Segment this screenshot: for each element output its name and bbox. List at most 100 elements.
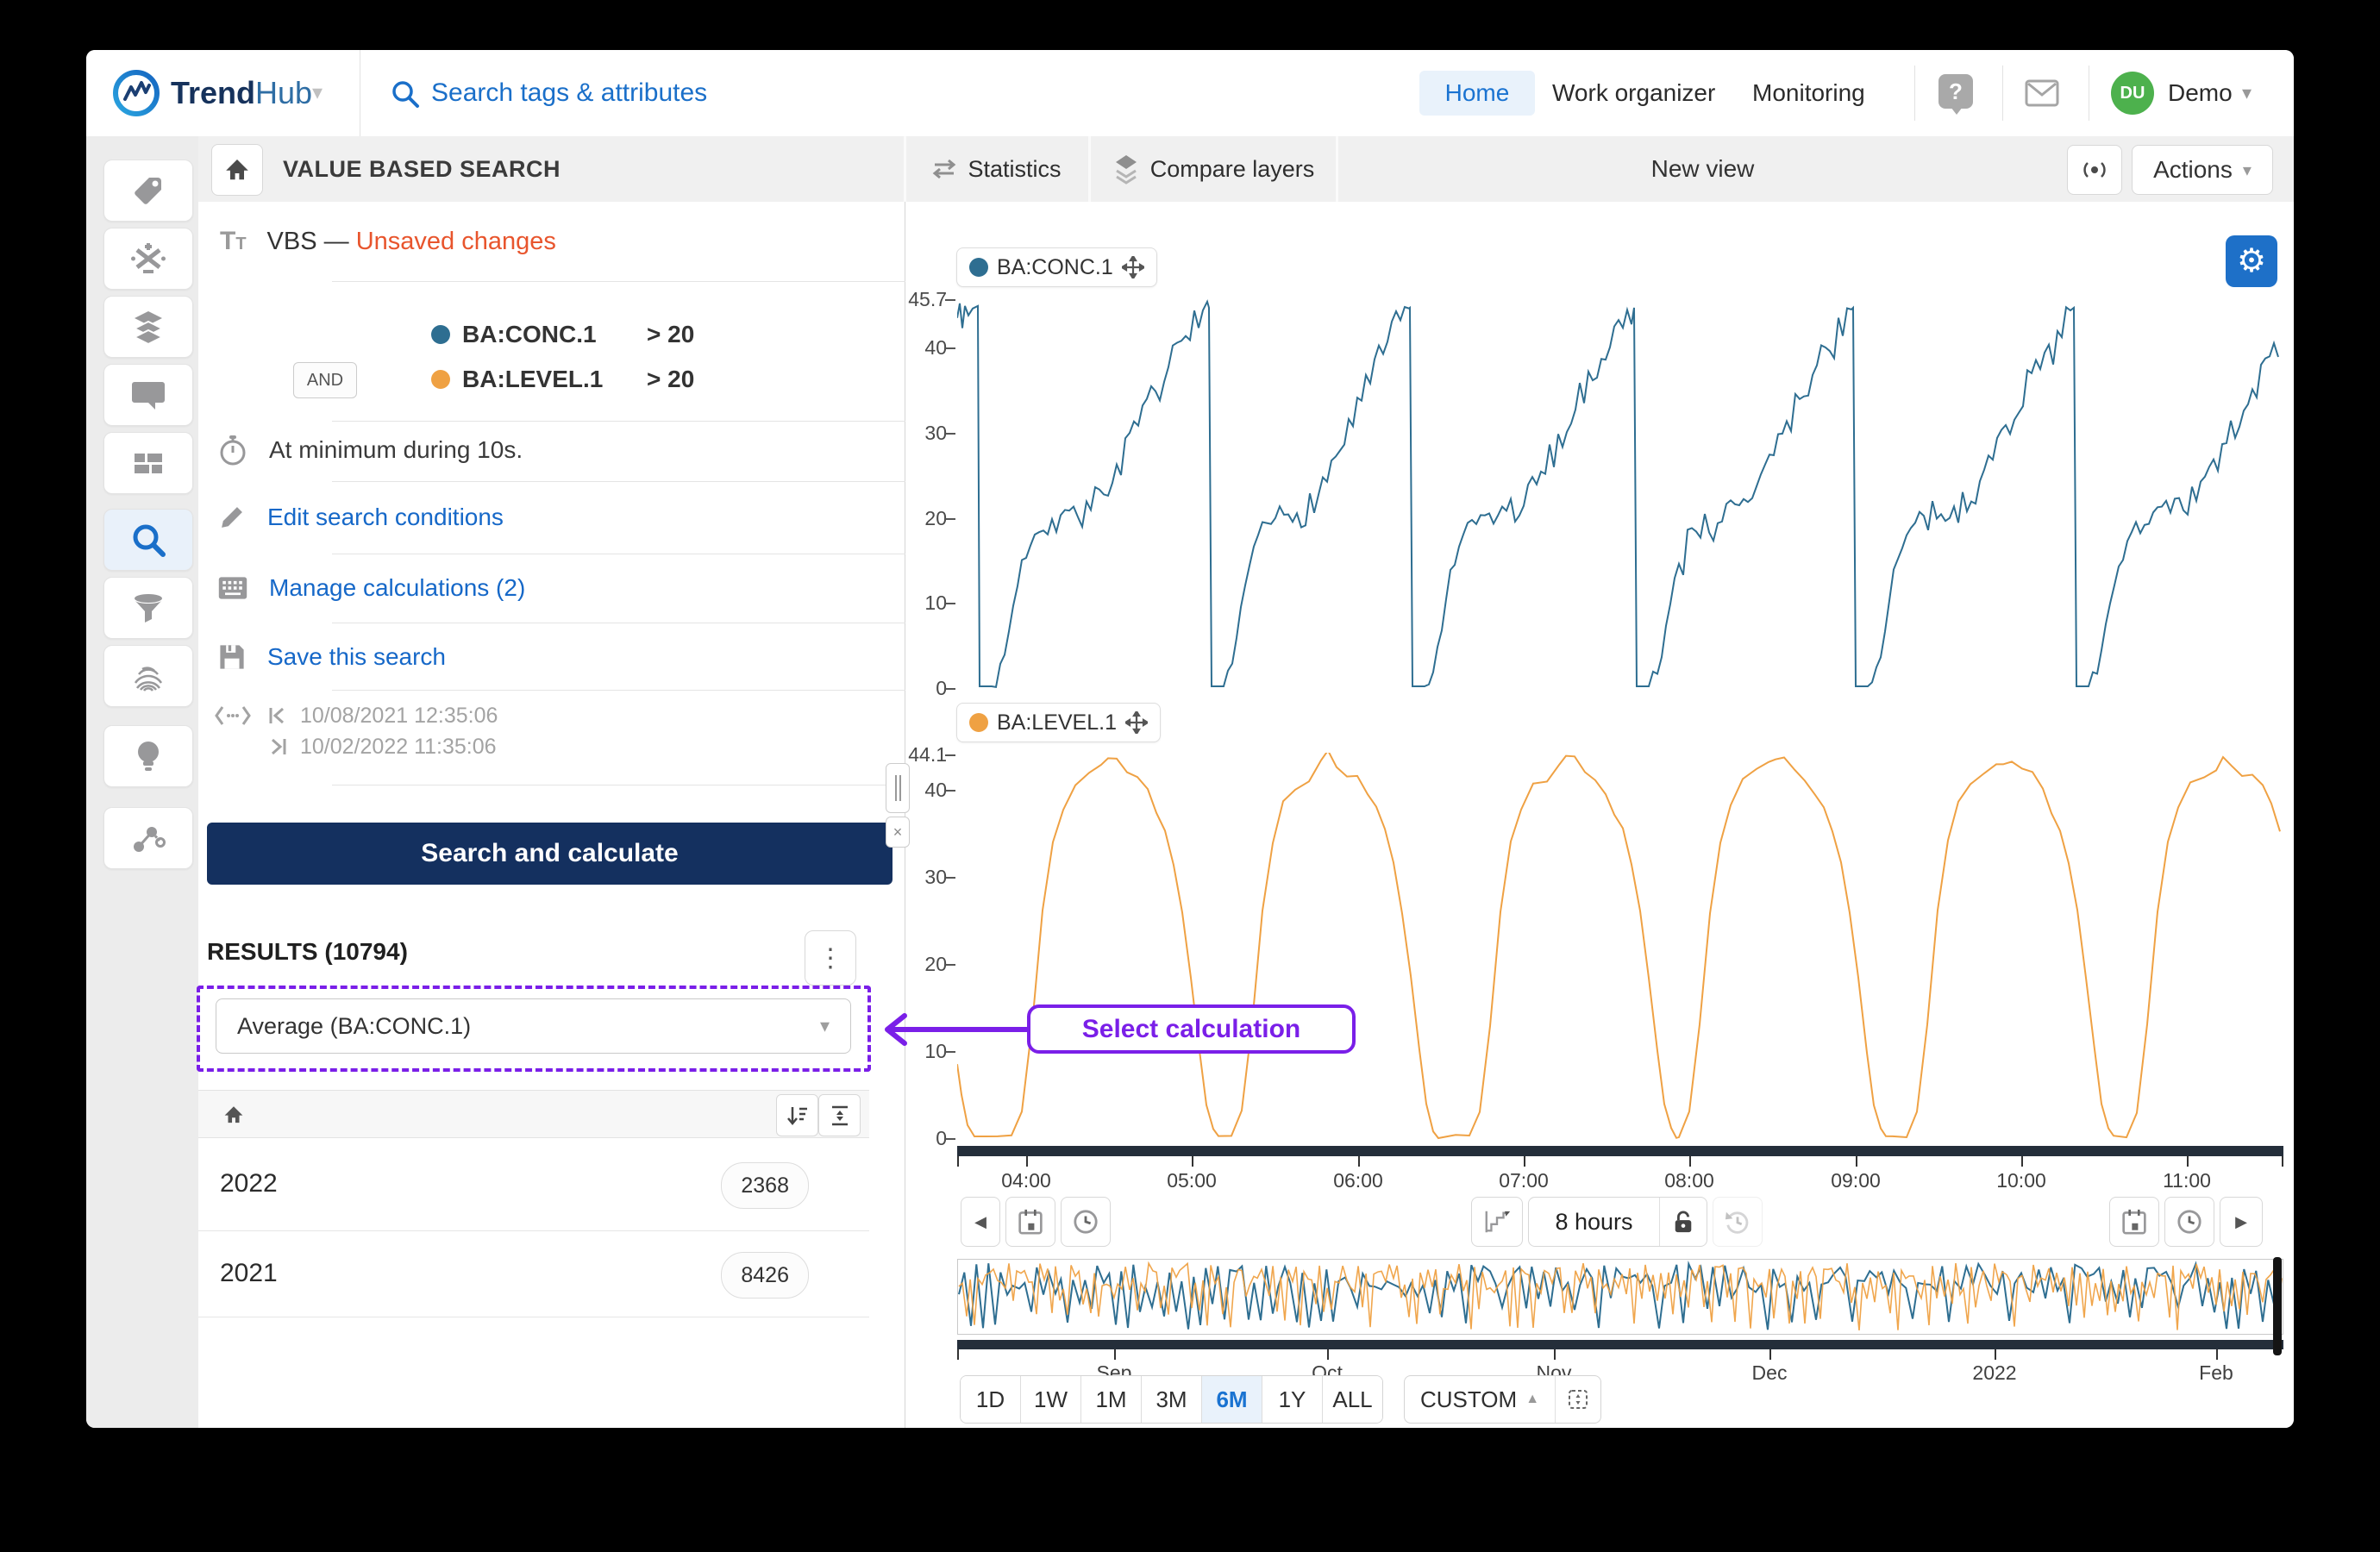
fit-view-icon — [1567, 1388, 1589, 1411]
home-button[interactable] — [211, 144, 263, 196]
search-and-calculate-button[interactable]: Search and calculate — [207, 823, 892, 885]
sidebar-item-calculations[interactable] — [103, 228, 193, 290]
tick — [1856, 1156, 1857, 1167]
sidebar-item-context[interactable] — [103, 807, 193, 869]
context-overview[interactable] — [957, 1259, 2283, 1335]
history-button[interactable] — [1713, 1197, 1763, 1247]
clock-start-button[interactable] — [1061, 1197, 1111, 1247]
edit-search-conditions-link[interactable]: Edit search conditions — [217, 498, 504, 536]
tab-statistics[interactable]: Statistics — [906, 136, 1087, 202]
sort-button[interactable] — [776, 1094, 818, 1136]
line-chart-level[interactable] — [957, 753, 2282, 1141]
timespan-icon — [214, 704, 252, 728]
sidebar-item-dashboard[interactable] — [103, 432, 193, 494]
table-row[interactable]: 2021 8426 — [198, 1231, 869, 1317]
home-icon — [223, 156, 251, 184]
range-button-all[interactable]: ALL — [1323, 1376, 1382, 1423]
tick — [2021, 1156, 2023, 1167]
tick — [2187, 1156, 2189, 1167]
tick — [1689, 1156, 1691, 1167]
trendhub-logo-icon[interactable] — [112, 69, 160, 117]
calendar-end-button[interactable] — [2109, 1197, 2159, 1247]
tick — [1995, 1349, 1996, 1360]
x-axis-label: 11:00 — [2163, 1169, 2211, 1192]
lock-icon[interactable] — [1660, 1209, 1707, 1235]
sidebar-item-layers[interactable] — [103, 296, 193, 358]
actions-label: Actions — [2153, 156, 2233, 184]
live-broadcast-button[interactable] — [2067, 145, 2122, 195]
pan-right-button[interactable]: ▶ — [2220, 1197, 2263, 1247]
trend-mode-button[interactable] — [1471, 1197, 1523, 1247]
condition-tag: BA:CONC.1 — [462, 321, 635, 348]
brand-caret-icon[interactable]: ▾ — [312, 50, 323, 136]
sidebar-item-recommendations[interactable] — [103, 725, 193, 787]
range-button-3m[interactable]: 3M — [1142, 1376, 1202, 1423]
sidebar-item-filter[interactable] — [103, 577, 193, 639]
sidebar-item-tags[interactable] — [103, 160, 193, 222]
group-home-icon[interactable] — [222, 1104, 245, 1126]
x-axis-label: 06:00 — [1333, 1169, 1383, 1192]
user-menu[interactable]: Demo — [2168, 50, 2233, 136]
manage-calculations-link[interactable]: Manage calculations (2) — [217, 569, 525, 607]
tick — [945, 518, 955, 520]
calculation-dropdown[interactable]: Average (BA:CONC.1) ▾ — [216, 998, 851, 1054]
nav-item-home[interactable]: Home — [1419, 71, 1535, 116]
overview-selection-handle[interactable] — [2273, 1257, 2282, 1355]
range-button-1m[interactable]: 1M — [1081, 1376, 1142, 1423]
tick — [945, 790, 955, 792]
nav-separator — [1914, 66, 1915, 121]
user-caret-icon[interactable]: ▾ — [2242, 50, 2252, 136]
help-icon[interactable]: ? — [1938, 74, 1973, 109]
pencil-icon — [217, 503, 247, 532]
avatar[interactable]: DU — [2111, 72, 2154, 115]
chart-settings-button[interactable]: ⚙ — [2226, 235, 2277, 287]
range-button-1y[interactable]: 1Y — [1262, 1376, 1323, 1423]
line-chart-conc[interactable] — [957, 297, 2282, 691]
mail-icon[interactable] — [2025, 79, 2059, 107]
results-menu-button[interactable]: ⋮ — [805, 930, 856, 986]
range-button-6m[interactable]: 6M — [1202, 1376, 1262, 1423]
panel-splitter-handle[interactable] — [886, 763, 910, 813]
calendar-icon — [2121, 1208, 2147, 1236]
overview-axis-bar[interactable] — [957, 1340, 2283, 1349]
search-input[interactable]: Search tags & attributes — [431, 50, 1035, 136]
tab-compare-layers[interactable]: Compare layers — [1091, 136, 1336, 202]
calendar-start-button[interactable] — [1005, 1197, 1055, 1247]
nav-item-work-organizer[interactable]: Work organizer — [1552, 50, 1715, 136]
filter-icon — [131, 591, 166, 624]
tick — [1358, 1156, 1360, 1167]
save-search-link[interactable]: Save this search — [217, 638, 446, 676]
pan-left-button[interactable]: ◀ — [961, 1197, 1000, 1247]
condition-row-1[interactable]: BA:CONC.1 > 20 — [431, 317, 694, 352]
condition-row-2[interactable]: BA:LEVEL.1 > 20 — [431, 362, 694, 397]
sidebar-item-comments[interactable] — [103, 364, 193, 426]
range-button-1w[interactable]: 1W — [1021, 1376, 1081, 1423]
panel-close-button[interactable]: × — [886, 817, 910, 848]
tick — [957, 1156, 959, 1167]
date-end-row[interactable]: 10/02/2022 11:35:06 — [267, 733, 497, 760]
range-button-1d[interactable]: 1D — [961, 1376, 1021, 1423]
table-row[interactable]: 2022 2368 — [198, 1138, 869, 1231]
nav-item-monitoring[interactable]: Monitoring — [1752, 50, 1865, 136]
tag-icon — [131, 173, 166, 208]
duration-row[interactable]: At minimum during 10s. — [217, 431, 523, 469]
timespan-lock-group[interactable]: 8 hours — [1528, 1197, 1707, 1247]
sidebar-item-fingerprint[interactable] — [103, 645, 193, 707]
custom-caret-icon: ▲ — [1525, 1392, 1539, 1407]
move-icon[interactable] — [1125, 711, 1148, 734]
clock-end-button[interactable] — [2164, 1197, 2214, 1247]
sidebar-item-search[interactable] — [103, 509, 193, 571]
move-icon[interactable] — [1122, 256, 1144, 278]
custom-range-button[interactable]: CUSTOM ▲ — [1405, 1376, 1555, 1423]
x-axis-bar[interactable] — [957, 1146, 2283, 1156]
vbs-name-row[interactable]: TT VBS — Unsaved changes — [220, 222, 556, 260]
collapse-button[interactable] — [818, 1094, 861, 1136]
legend-chip-level[interactable]: BA:LEVEL.1 — [956, 703, 1161, 742]
clock-icon — [1073, 1209, 1099, 1235]
brand-name[interactable]: TrendHub — [171, 50, 312, 136]
actions-button[interactable]: Actions ▾ — [2132, 145, 2273, 195]
fit-view-button[interactable] — [1556, 1376, 1600, 1423]
legend-chip-conc[interactable]: BA:CONC.1 — [956, 247, 1157, 287]
date-start-row[interactable]: 10/08/2021 12:35:06 — [267, 702, 498, 729]
annotation-label: Select calculation — [1082, 1015, 1300, 1044]
